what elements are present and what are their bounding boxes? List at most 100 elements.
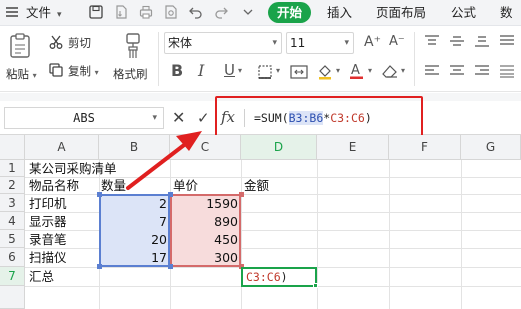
copy-button[interactable]: 复制 ▾ [68, 63, 99, 79]
cell-c6[interactable]: 300 [172, 249, 238, 266]
select-all-corner[interactable] [0, 135, 25, 160]
redo-icon[interactable] [213, 4, 229, 20]
cell-b6[interactable]: 17 [101, 249, 167, 266]
row-header-1[interactable]: 1 [0, 160, 25, 177]
font-name-value: 宋体 [168, 36, 193, 50]
cell-d2[interactable]: 金额 [244, 177, 269, 194]
column-header-c[interactable]: C [170, 135, 241, 160]
align-top-icon[interactable] [424, 34, 440, 48]
copy-label: 复制 [68, 64, 91, 78]
font-size-select[interactable]: 11 ▾ [286, 32, 354, 54]
cell-a7[interactable]: 汇总 [29, 268, 54, 285]
cell-d7-editor[interactable]: C3:C6) [246, 269, 288, 285]
cell-b5[interactable]: 20 [101, 231, 167, 248]
paste-label: 粘贴 [6, 67, 29, 81]
gridline [461, 160, 462, 309]
print-preview-icon[interactable] [163, 4, 179, 20]
tab-insert[interactable]: 插入 [327, 3, 352, 23]
chevron-down-icon[interactable]: ▾ [238, 66, 242, 75]
border-icon[interactable] [257, 64, 273, 80]
increase-font-size-button[interactable]: A⁺ [364, 34, 381, 50]
gridline [389, 160, 390, 309]
row-header-8[interactable] [0, 286, 25, 309]
file-menu[interactable]: 文件 ▾ [26, 3, 62, 23]
row-header-2[interactable]: 2 [0, 177, 25, 194]
paste-button[interactable]: 粘贴 ▾ [6, 66, 37, 82]
scissors-icon[interactable] [48, 34, 64, 50]
align-center-icon[interactable] [449, 64, 465, 78]
column-header-e[interactable]: E [317, 135, 389, 160]
cell-a6[interactable]: 扫描仪 [29, 249, 67, 266]
cell-d7-ref: C3:C6 [246, 270, 281, 284]
tab-formulas[interactable]: 公式 [451, 3, 476, 23]
align-right-icon[interactable] [474, 64, 490, 78]
row-header-3[interactable]: 3 [0, 194, 25, 212]
ribbon-toolbar: 粘贴 ▾ 剪切 复制 ▾ 格式刷 宋体 ▾ 11 ▾ A⁺ A⁻ B I U ▾… [0, 26, 521, 92]
column-header-b[interactable]: B [99, 135, 170, 160]
format-painter-button[interactable]: 格式刷 [113, 66, 148, 82]
chevron-down-icon[interactable]: ▾ [368, 66, 372, 75]
cell-c4[interactable]: 890 [172, 213, 238, 230]
align-bottom-icon[interactable] [474, 34, 490, 48]
row-header-7[interactable]: 7 [0, 267, 25, 286]
cell-b4[interactable]: 7 [101, 213, 167, 230]
cell-a5[interactable]: 录音笔 [29, 231, 67, 248]
align-middle-icon[interactable] [449, 34, 465, 48]
decrease-font-size-button[interactable]: A⁻ [389, 34, 405, 49]
row-header-6[interactable]: 6 [0, 248, 25, 267]
row-header-4[interactable]: 4 [0, 212, 25, 230]
fill-handle[interactable] [313, 283, 318, 288]
cell-a2[interactable]: 物品名称 [29, 177, 79, 194]
tab-data[interactable]: 数据 [500, 3, 521, 40]
export-pdf-icon[interactable] [113, 4, 129, 20]
tab-home[interactable]: 开始 [268, 2, 311, 23]
file-menu-label: 文件 [26, 5, 52, 20]
column-header-a[interactable]: A [25, 135, 99, 160]
cut-button[interactable]: 剪切 [68, 35, 91, 51]
merge-cells-icon[interactable] [290, 64, 308, 80]
underline-button[interactable]: U [224, 61, 235, 79]
chevron-down-icon: ▾ [344, 38, 349, 48]
cell-c2[interactable]: 单价 [173, 177, 198, 194]
font-name-select[interactable]: 宋体 ▾ [164, 32, 282, 54]
column-header-g[interactable]: G [461, 135, 521, 160]
column-header-f[interactable]: F [389, 135, 461, 160]
chevron-down-icon[interactable]: ▾ [276, 66, 280, 75]
italic-button[interactable]: I [198, 61, 204, 80]
cell-a1[interactable]: 某公司采购清单 [29, 160, 117, 177]
save-icon[interactable] [88, 4, 104, 20]
chevron-down-icon[interactable]: ▾ [336, 66, 340, 75]
checkmark-icon[interactable]: ✓ [197, 109, 210, 127]
close-icon[interactable]: ✕ [172, 109, 185, 127]
column-header-d[interactable]: D [241, 135, 317, 160]
print-icon[interactable] [138, 4, 154, 20]
paste-icon[interactable] [6, 32, 34, 60]
menu-bar: 文件 ▾ 开始 插入 页面布局 公式 数据 [0, 0, 521, 40]
cell-d7-suffix: ) [280, 270, 288, 284]
chevron-down-icon[interactable]: ▾ [401, 66, 405, 75]
row-header-5[interactable]: 5 [0, 230, 25, 248]
copy-icon[interactable] [48, 62, 64, 78]
tab-page-layout[interactable]: 页面布局 [376, 3, 426, 23]
name-box[interactable]: ABS ▾ [4, 107, 164, 129]
fill-color-icon[interactable] [316, 62, 334, 80]
cell-b3[interactable]: 2 [101, 195, 167, 212]
bold-button[interactable]: B [171, 61, 183, 80]
hamburger-menu-icon[interactable] [4, 4, 20, 20]
cell-c3[interactable]: 1590 [172, 195, 238, 212]
chevron-down-icon: ▾ [57, 10, 62, 20]
undo-icon[interactable] [188, 4, 204, 20]
cell-c5[interactable]: 450 [172, 231, 238, 248]
format-painter-icon[interactable] [120, 32, 146, 60]
eraser-icon[interactable] [381, 63, 399, 79]
align-justify-icon[interactable] [499, 34, 515, 48]
font-color-icon[interactable]: A [348, 61, 366, 80]
cell-a4[interactable]: 显示器 [29, 213, 67, 230]
cell-b2[interactable]: 数量 [101, 177, 126, 194]
align-left-icon[interactable] [424, 64, 440, 78]
distribute-icon[interactable] [499, 64, 515, 78]
font-size-value: 11 [290, 36, 306, 50]
cell-a3[interactable]: 打印机 [29, 195, 67, 212]
chevron-down-icon[interactable] [240, 4, 256, 20]
active-cell-d7[interactable]: C3:C6) [241, 267, 317, 287]
